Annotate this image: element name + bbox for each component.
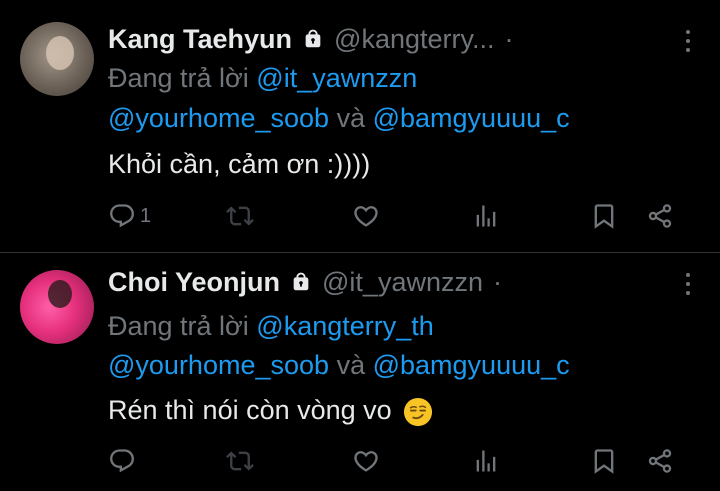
separator-dot: · [504, 23, 514, 54]
more-vertical-icon[interactable] [678, 269, 698, 299]
tweet[interactable]: Kang Taehyun @kangterry... · Đang trả lờ… [0, 0, 720, 252]
replying-and: và [336, 103, 366, 133]
retweet-icon [226, 206, 254, 226]
mention-link[interactable]: @it_yawnzzn [256, 63, 417, 93]
mention-link[interactable]: @yourhome_soob [108, 103, 329, 133]
reply-button[interactable] [108, 445, 140, 477]
share-icon [648, 449, 672, 473]
replying-to-line: Đang trả lời @it_yawnzzn [108, 61, 417, 95]
reply-button[interactable]: 1 [108, 200, 151, 232]
heart-icon [354, 451, 378, 472]
mention-link[interactable]: @bamgyuuuu_c [373, 350, 570, 380]
bookmark-icon [594, 449, 614, 474]
retweet-icon [226, 451, 254, 471]
share-button[interactable] [646, 445, 674, 477]
like-button[interactable] [352, 445, 380, 477]
reply-count: 1 [140, 204, 152, 227]
replying-to-line-2: @yourhome_soob và @bamgyuuuu_c [108, 101, 570, 135]
tweet-text: Khỏi cần, cảm ơn :)))) [108, 149, 371, 179]
like-button[interactable] [352, 200, 380, 232]
replying-and: và [336, 350, 366, 380]
share-button[interactable] [646, 200, 674, 232]
lock-icon [305, 29, 321, 48]
tweet-header: Choi Yeonjun @it_yawnzzn · [108, 265, 502, 299]
views-button[interactable] [472, 200, 500, 232]
views-button[interactable] [472, 445, 500, 477]
avatar-face [48, 280, 72, 308]
retweet-button[interactable] [226, 445, 254, 477]
display-name[interactable]: Choi Yeonjun [108, 267, 280, 298]
mention-link[interactable]: @kangterry_th [256, 311, 434, 341]
tweet-text-line: Rén thì nói còn vòng vo [108, 393, 433, 427]
retweet-button[interactable] [226, 200, 254, 232]
display-name[interactable]: Kang Taehyun [108, 24, 292, 55]
handle[interactable]: @kangterry... [334, 24, 494, 55]
replying-to-line: Đang trả lời @kangterry_th [108, 309, 434, 343]
more-vertical-icon[interactable] [678, 26, 698, 56]
reply-icon [110, 204, 134, 228]
smirk-emoji [404, 397, 433, 426]
mention-link[interactable]: @yourhome_soob [108, 350, 329, 380]
views-icon [476, 450, 496, 472]
reply-icon [110, 449, 134, 473]
lock-icon [293, 272, 309, 291]
replying-prefix: Đang trả lời [108, 63, 249, 93]
avatar[interactable] [20, 22, 94, 96]
heart-icon [354, 206, 378, 227]
replying-to-line-2: @yourhome_soob và @bamgyuuuu_c [108, 348, 570, 382]
avatar[interactable] [20, 270, 94, 344]
replying-prefix: Đang trả lời [108, 311, 249, 341]
action-bar: 1 [108, 196, 698, 236]
handle[interactable]: @it_yawnzzn [322, 267, 483, 298]
separator-dot: · [493, 266, 502, 297]
views-icon [476, 205, 496, 227]
share-icon [648, 204, 672, 228]
avatar-face [46, 36, 74, 70]
action-bar [108, 441, 698, 481]
mention-link[interactable]: @bamgyuuuu_c [373, 103, 570, 133]
bookmark-button[interactable] [590, 200, 618, 232]
tweet[interactable]: Choi Yeonjun @it_yawnzzn · Đang trả lời … [0, 252, 720, 491]
tweet-header: Kang Taehyun @kangterry... · [108, 22, 514, 56]
bookmark-icon [594, 204, 614, 229]
bookmark-button[interactable] [590, 445, 618, 477]
tweet-text: Rén thì nói còn vòng vo [108, 395, 392, 425]
